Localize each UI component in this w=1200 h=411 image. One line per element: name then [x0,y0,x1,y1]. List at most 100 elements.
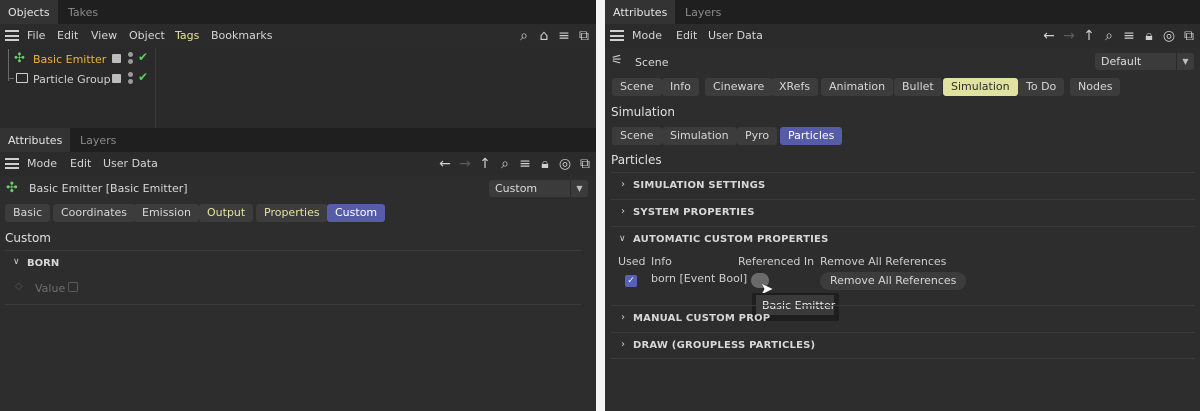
divider [5,250,581,251]
edit-tag-icon[interactable] [112,74,121,83]
tab-layers[interactable]: Layers [72,128,124,152]
value-checkbox[interactable] [68,282,78,292]
section-label: DRAW (GROUPLESS PARTICLES) [633,340,816,351]
search-icon[interactable]: ⌕ [515,24,533,48]
hamburger-icon[interactable] [610,30,624,41]
tree-row[interactable]: Particle Group ✔ [0,69,155,89]
tree-item-label: Basic Emitter [33,53,107,66]
menu-mode[interactable]: Mode [27,152,57,176]
up-arrow-icon[interactable]: ↑ [476,152,494,176]
remove-all-references-button[interactable]: Remove All References [820,272,967,290]
home-icon[interactable]: ⌂ [535,24,553,48]
hamburger-icon[interactable] [5,30,19,41]
visibility-dots-icon[interactable] [128,52,133,57]
new-window-icon[interactable]: ⧉ [1180,24,1198,48]
filter-icon[interactable]: ≡ [1120,24,1138,48]
chevron-right-icon: › [621,179,625,190]
tab-objects[interactable]: Objects [0,0,58,24]
menu-tags[interactable]: Tags [175,24,199,48]
enabled-check-icon[interactable]: ✔ [138,70,148,84]
scene-dropdown[interactable]: Default ▼ [1095,53,1194,70]
column-header-referenced-in: Referenced In [738,255,815,268]
tab-custom[interactable]: Custom [327,204,386,222]
tab-attributes[interactable]: Attributes [605,0,676,24]
edit-tag-icon[interactable] [112,54,121,63]
target-icon[interactable]: ◎ [1160,24,1178,48]
section-automatic-custom-properties[interactable]: ∨ AUTOMATIC CUSTOM PROPERTIES [611,226,1195,252]
tab-layers[interactable]: Layers [677,0,729,24]
visibility-dots-icon[interactable] [128,72,133,77]
objects-tabbar: Objects Takes [0,0,596,24]
section-simulation-settings[interactable]: › SIMULATION SETTINGS [611,172,1195,198]
divider [5,304,581,305]
section-system-properties[interactable]: › SYSTEM PROPERTIES [611,199,1195,225]
tab-properties[interactable]: Properties [256,204,328,222]
forward-arrow-icon[interactable]: → [456,152,474,176]
group-label[interactable]: BORN [27,258,59,269]
lock-icon[interactable]: 🔒︎ [1140,24,1158,48]
mode-dropdown-value: Custom [495,182,538,195]
tab-nodes[interactable]: Nodes [1070,78,1121,96]
search-icon[interactable]: ⌕ [496,152,514,176]
tab-coordinates[interactable]: Coordinates [53,204,136,222]
tab-basic[interactable]: Basic [5,204,51,222]
new-window-icon[interactable]: ⧉ [576,152,594,176]
new-window-icon[interactable]: ⧉ [575,24,593,48]
emitter-icon: ✣ [14,51,25,66]
subtab-particles[interactable]: Particles [780,127,843,145]
keyframe-diamond-icon[interactable]: ◇ [15,281,23,292]
folder-icon [16,73,28,83]
menu-edit[interactable]: Edit [676,24,697,48]
tab-takes[interactable]: Takes [60,0,106,24]
tab-todo[interactable]: To Do [1018,78,1065,96]
menu-mode[interactable]: Mode [632,24,662,48]
tab-cineware[interactable]: Cineware [705,78,773,96]
mode-dropdown[interactable]: Custom ▼ [489,180,588,197]
up-arrow-icon[interactable]: ↑ [1080,24,1098,48]
section-manual-custom-properties[interactable]: › MANUAL CUSTOM PROP [611,305,1195,331]
tab-simulation[interactable]: Simulation [943,78,1018,96]
menu-object[interactable]: Object [129,24,165,48]
menu-user-data[interactable]: User Data [708,24,763,48]
menu-user-data[interactable]: User Data [103,152,158,176]
enabled-check-icon[interactable]: ✔ [138,50,148,64]
tab-emission[interactable]: Emission [134,204,199,222]
tab-attributes[interactable]: Attributes [0,128,71,152]
subtab-simulation[interactable]: Simulation [662,127,737,145]
tree-row[interactable]: ✣ Basic Emitter ✔ [0,49,155,81]
chevron-down-icon: ▼ [570,180,588,197]
used-checkbox[interactable]: ✓ [625,275,637,287]
menu-edit[interactable]: Edit [70,152,91,176]
tab-info[interactable]: Info [662,78,699,96]
back-arrow-icon[interactable]: ← [1040,24,1058,48]
column-header-used: Used [618,255,646,268]
menu-file[interactable]: File [27,24,45,48]
tab-xrefs[interactable]: XRefs [771,78,819,96]
lock-icon[interactable]: 🔒︎ [536,152,554,176]
tab-animation[interactable]: Animation [821,78,894,96]
column-header-info: Info [651,255,672,268]
object-title: Basic Emitter [Basic Emitter] [29,182,188,195]
column-header-remove-all: Remove All References [820,255,947,268]
tab-scene[interactable]: Scene [612,78,662,96]
search-icon[interactable]: ⌕ [1100,24,1118,48]
section-draw-groupless-particles[interactable]: › DRAW (GROUPLESS PARTICLES) [611,332,1195,358]
menu-view[interactable]: View [91,24,117,48]
tab-output[interactable]: Output [199,204,254,222]
tab-bullet[interactable]: Bullet [894,78,942,96]
forward-arrow-icon[interactable]: → [1060,24,1078,48]
chevron-down-icon[interactable]: ∨ [13,257,20,267]
subtab-scene[interactable]: Scene [612,127,662,145]
subtab-pyro[interactable]: Pyro [737,127,778,145]
chevron-down-icon: ∨ [619,234,626,244]
hamburger-icon[interactable] [5,158,19,169]
section-label: MANUAL CUSTOM PROP [633,313,771,324]
menu-bookmarks[interactable]: Bookmarks [211,24,272,48]
menu-edit[interactable]: Edit [57,24,78,48]
filter-icon[interactable]: ≡ [555,24,573,48]
target-icon[interactable]: ◎ [556,152,574,176]
value-label: Value [35,282,66,295]
left-panel: Objects Takes File Edit View Object Tags… [0,0,596,411]
back-arrow-icon[interactable]: ← [436,152,454,176]
filter-icon[interactable]: ≡ [516,152,534,176]
